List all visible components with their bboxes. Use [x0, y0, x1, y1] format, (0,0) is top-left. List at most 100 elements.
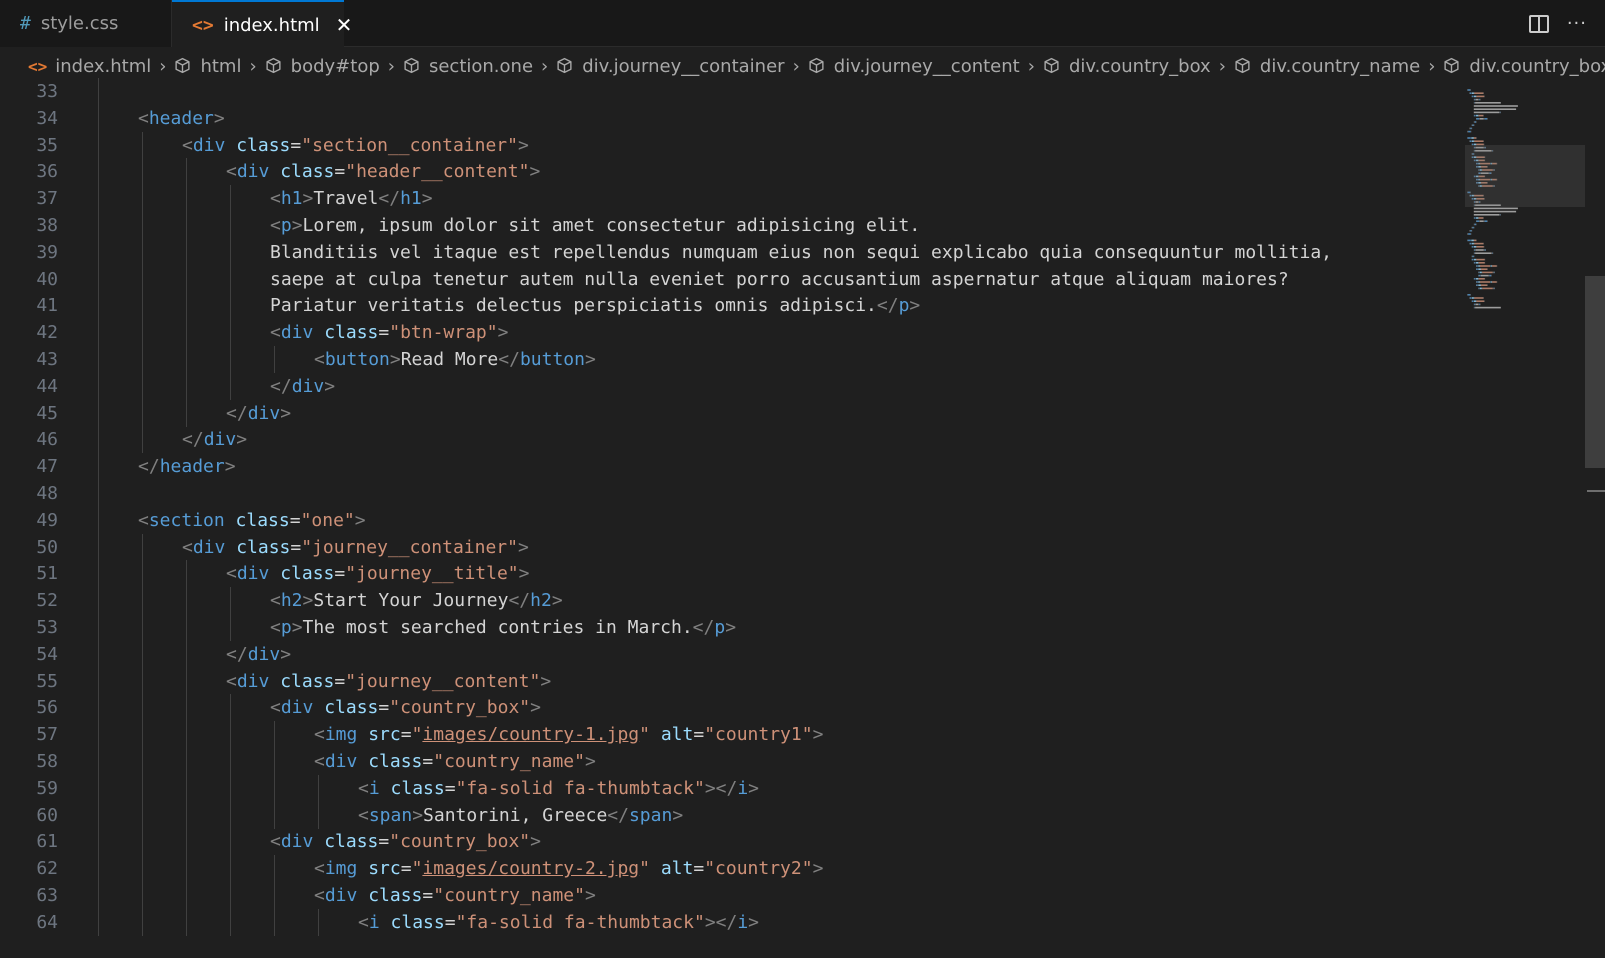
code-line[interactable]: 40 saepe at culpa tenetur autem nulla eve…: [0, 265, 1450, 293]
minimap-token: [1467, 89, 1468, 91]
minimap-token: [1475, 249, 1484, 251]
tab-index-html[interactable]: <> index.html ✕: [172, 0, 352, 48]
vertical-scrollbar[interactable]: [1585, 84, 1605, 958]
code-line[interactable]: 50 <div class="journey__container">: [0, 533, 1450, 561]
indent-guide: [142, 346, 143, 373]
code-text: <button>Read More</button>: [314, 349, 596, 370]
minimap-token: [1474, 303, 1476, 306]
code-line[interactable]: 52 <h2>Start Your Journey</h2>: [0, 587, 1450, 615]
minimap-token: [1467, 239, 1468, 242]
code-line[interactable]: 42 <div class="btn-wrap">: [0, 319, 1450, 347]
breadcrumb-item[interactable]: body#top: [265, 56, 380, 77]
breadcrumb-item[interactable]: <> index.html: [28, 56, 151, 77]
line-number: 62: [36, 858, 58, 880]
minimap-token: [1476, 284, 1478, 286]
minimap-token: [1478, 274, 1479, 277]
split-editor-icon[interactable]: [1528, 14, 1549, 33]
code-line[interactable]: 45 </div>: [0, 399, 1450, 427]
code-line[interactable]: 51 <div class="journey__title">: [0, 560, 1450, 588]
code-line[interactable]: 39 Blanditiis vel itaque est repellendus …: [0, 238, 1450, 266]
close-icon[interactable]: ✕: [336, 13, 353, 37]
code-line[interactable]: 49 <section class="one">: [0, 506, 1450, 534]
code-line[interactable]: 57 <img src="images/country-1.jpg" alt="c…: [0, 721, 1450, 749]
more-actions-icon[interactable]: ···: [1567, 13, 1587, 34]
minimap-token: [1484, 118, 1488, 120]
code-line[interactable]: 54 </div>: [0, 640, 1450, 668]
minimap-token: [1478, 271, 1479, 274]
minimap-token: [1471, 127, 1473, 130]
breadcrumb-item[interactable]: html: [174, 56, 241, 77]
minimap-token: [1479, 265, 1481, 267]
code-line[interactable]: 63 <div class="country_name">: [0, 882, 1450, 909]
indent-guide: [142, 292, 143, 320]
minimap-token: [1474, 121, 1477, 123]
indent-guide: [142, 319, 143, 347]
code-line[interactable]: 48: [0, 480, 1450, 507]
minimap-token: [1473, 210, 1517, 213]
code-line[interactable]: 62 <img src="images/country-2.jpg" alt="c…: [0, 855, 1450, 883]
minimap-token: [1474, 102, 1475, 104]
minimap-token: [1483, 246, 1485, 248]
indent-guide: [98, 399, 99, 427]
minimap-token: [1491, 281, 1493, 283]
minimap-token: [1474, 217, 1476, 219]
minimap-token: [1479, 303, 1481, 306]
element-cube-icon: [265, 57, 283, 75]
indent-guide: [186, 265, 187, 293]
indent-guide: [98, 212, 99, 239]
code-line[interactable]: 33: [0, 78, 1450, 105]
breadcrumb-item[interactable]: div.country_name: [1234, 56, 1420, 77]
code-line[interactable]: 64 <i class="fa-solid fa-thumbtack"></i>: [0, 908, 1450, 936]
code-line[interactable]: 60 <span>Santorini, Greece</span>: [0, 801, 1450, 829]
minimap-token: [1479, 281, 1481, 283]
minimap-token: [1493, 271, 1495, 274]
indent-guide: [230, 292, 231, 320]
scrollbar-thumb[interactable]: [1585, 276, 1605, 468]
code-line[interactable]: 36 <div class="header__content">: [0, 158, 1450, 186]
code-editor[interactable]: 33 34 <header> 35 <div class="section__conta…: [0, 78, 1605, 958]
element-cube-icon: [1043, 57, 1061, 75]
code-line[interactable]: 38 <p>Lorem, ipsum dolor sit amet consect…: [0, 212, 1450, 239]
breadcrumb-item[interactable]: div.country_box: [1043, 56, 1211, 77]
minimap-token: [1484, 258, 1486, 261]
chevron-right-icon: ›: [1027, 55, 1035, 77]
code-line[interactable]: 58 <div class="country_name">: [0, 748, 1450, 775]
code-line[interactable]: 44 </div>: [0, 372, 1450, 400]
minimap-token: [1478, 287, 1479, 290]
code-line[interactable]: 47 </header>: [0, 453, 1450, 481]
minimap-token: [1476, 246, 1484, 248]
code-line[interactable]: 41 Pariatur veritatis delectus perspiciat…: [0, 292, 1450, 320]
minimap-slider[interactable]: [1465, 145, 1585, 207]
code-line[interactable]: 35 <div class="section__container">: [0, 131, 1450, 159]
breadcrumb-item[interactable]: section.one: [403, 56, 533, 77]
code-line[interactable]: 61 <div class="country_box">: [0, 828, 1450, 856]
code-text: <img src="images/country-2.jpg" alt="cou…: [314, 858, 824, 880]
tab-style-css[interactable]: # style.css: [0, 0, 172, 47]
indent-guide: [318, 908, 319, 936]
code-line[interactable]: 43 <button>Read More</button>: [0, 346, 1450, 373]
indent-guide: [186, 587, 187, 615]
chevron-right-icon: ›: [249, 55, 257, 77]
code-line[interactable]: 53 <p>The most searched contries in March…: [0, 614, 1450, 641]
minimap-token: [1479, 220, 1480, 222]
minimap-token: [1473, 95, 1477, 98]
indent-guide: [98, 533, 99, 561]
breadcrumb-item[interactable]: div.journey__container: [556, 56, 785, 77]
code-line[interactable]: 59 <i class="fa-solid fa-thumbtack"></i>: [0, 774, 1450, 802]
minimap-token: [1473, 105, 1518, 107]
minimap-token: [1492, 252, 1493, 254]
code-line[interactable]: 37 <h1>Travel</h1>: [0, 185, 1450, 213]
breadcrumb-item[interactable]: div.journey__content: [808, 56, 1020, 77]
minimap-token: [1489, 274, 1492, 277]
code-line[interactable]: 56 <div class="country_box">: [0, 694, 1450, 722]
code-line[interactable]: 46 </div>: [0, 426, 1450, 454]
code-line[interactable]: 55 <div class="journey__content">: [0, 667, 1450, 695]
minimap[interactable]: [1465, 84, 1585, 958]
breadcrumb-item[interactable]: div.country_box: [1443, 56, 1605, 77]
code-line[interactable]: 34 <header>: [0, 104, 1450, 132]
line-number: 37: [36, 188, 58, 210]
minimap-token: [1473, 111, 1499, 114]
minimap-token: [1478, 262, 1485, 264]
indent-guide: [186, 319, 187, 347]
minimap-token: [1471, 124, 1473, 126]
